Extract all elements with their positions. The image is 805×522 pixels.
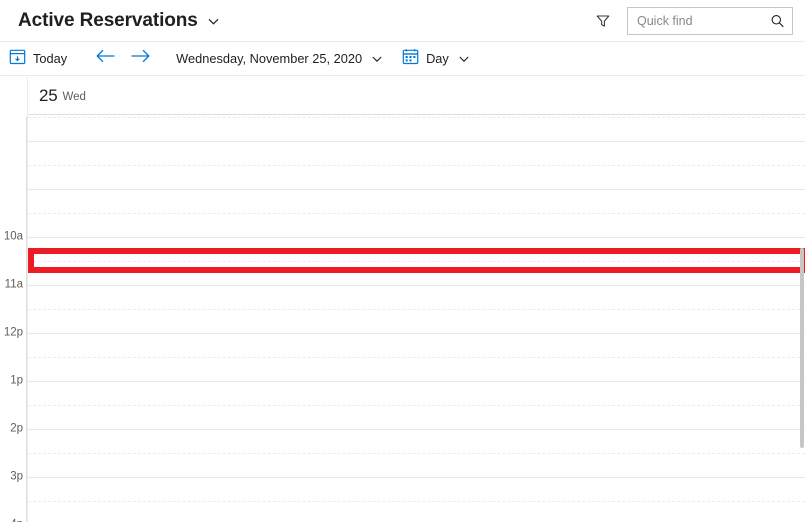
- header-actions: [593, 0, 793, 42]
- today-label: Today: [33, 51, 68, 66]
- app-header: Active Reservations: [0, 0, 805, 42]
- time-label: 12p: [3, 326, 23, 339]
- chevron-down-icon: [371, 53, 383, 65]
- time-label: 3p: [10, 470, 23, 483]
- search-input[interactable]: [628, 8, 792, 34]
- hour-gridline: [28, 381, 805, 382]
- half-hour-gridline: [28, 357, 805, 358]
- calendar-toolbar: Today Wednesday, November 25, 2020 Day: [0, 42, 805, 76]
- half-hour-gridline: [28, 501, 805, 502]
- search-magnifier-icon[interactable]: [770, 14, 785, 29]
- calendar-surface: 25 Wed 10a11a12p1p2p3p4p5p: [0, 77, 805, 522]
- hour-gridline: [28, 189, 805, 190]
- day-number: 25: [39, 85, 58, 105]
- arrow-left-icon: [95, 48, 116, 69]
- calendar-day-icon: [402, 48, 419, 70]
- day-column-header[interactable]: 25 Wed: [27, 77, 805, 115]
- hour-gridline: [28, 285, 805, 286]
- time-label: 2p: [10, 422, 23, 435]
- calendar-app: Active Reservations Quick find Today Wed…: [0, 0, 805, 522]
- time-label: 1p: [10, 374, 23, 387]
- chevron-down-icon: [207, 15, 220, 28]
- half-hour-gridline: [28, 453, 805, 454]
- time-grid[interactable]: [27, 116, 805, 522]
- calendar-today-icon: [9, 48, 26, 70]
- time-gutter: 10a11a12p1p2p3p4p5p: [0, 116, 27, 522]
- half-hour-gridline: [28, 213, 805, 214]
- date-picker-button[interactable]: Wednesday, November 25, 2020: [176, 42, 383, 75]
- hour-gridline: [28, 237, 805, 238]
- arrow-right-icon: [130, 48, 151, 69]
- half-hour-gridline: [28, 165, 805, 166]
- page-title: Active Reservations: [18, 10, 198, 31]
- chevron-down-icon: [458, 53, 470, 65]
- current-date-label: Wednesday, November 25, 2020: [176, 51, 363, 66]
- hour-gridline: [28, 477, 805, 478]
- calendar-view-selector[interactable]: Active Reservations: [18, 0, 220, 42]
- day-of-week: Wed: [62, 90, 86, 103]
- today-button[interactable]: Today: [9, 42, 67, 75]
- scrollbar-thumb[interactable]: [800, 248, 804, 448]
- view-mode-label: Day: [426, 51, 449, 66]
- filter-funnel-icon[interactable]: [593, 11, 613, 31]
- hour-gridline: [28, 141, 805, 142]
- next-period-button[interactable]: [127, 42, 153, 75]
- half-hour-gridline: [28, 405, 805, 406]
- hour-gridline: [28, 429, 805, 430]
- view-mode-button[interactable]: Day: [402, 42, 470, 75]
- half-hour-gridline: [28, 309, 805, 310]
- half-hour-gridline: [28, 117, 805, 118]
- half-hour-gridline: [28, 261, 805, 262]
- time-label: 10a: [3, 230, 23, 243]
- hour-gridline: [28, 333, 805, 334]
- time-label: 11a: [4, 278, 23, 291]
- calendar-scrollbar[interactable]: [798, 116, 805, 522]
- previous-period-button[interactable]: [92, 42, 118, 75]
- quick-find-box[interactable]: [627, 7, 793, 35]
